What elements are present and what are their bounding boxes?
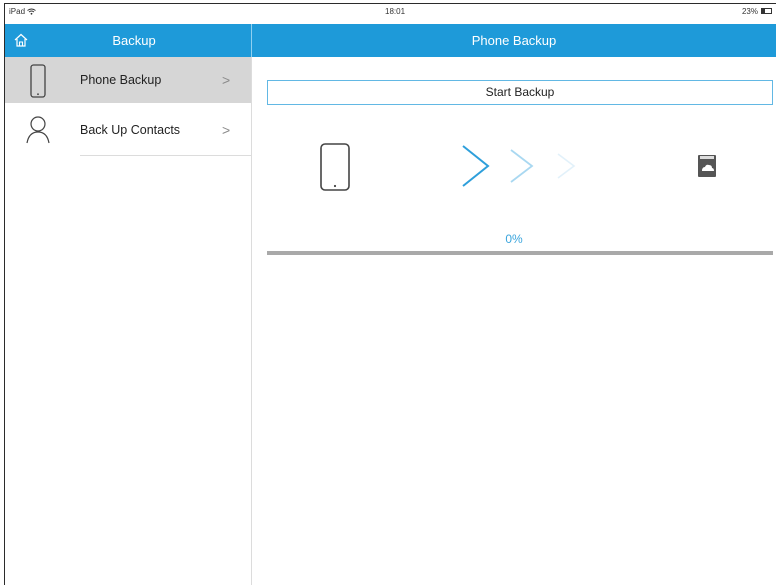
- sidebar-item-label: Phone Backup: [80, 73, 162, 87]
- phone-icon: [30, 64, 46, 98]
- person-icon: [26, 116, 50, 144]
- status-bar: iPad 18:01 23%: [5, 4, 776, 24]
- wifi-icon: [27, 8, 37, 16]
- sidebar-title: Backup: [112, 33, 156, 48]
- sidebar-item-label: Back Up Contacts: [80, 123, 181, 137]
- start-backup-button[interactable]: Start Backup: [267, 80, 773, 105]
- page-title: Phone Backup: [471, 33, 557, 48]
- main-content: Start Backup 0%: [252, 57, 776, 585]
- progress-bar: [267, 251, 773, 255]
- sidebar-item-back-up-contacts[interactable]: Back Up Contacts >: [5, 107, 251, 153]
- row-divider: [80, 155, 251, 156]
- sidebar-item-phone-backup[interactable]: Phone Backup >: [5, 57, 251, 103]
- battery-percent: 23%: [741, 7, 758, 16]
- status-time: 18:01: [385, 7, 406, 16]
- chevron-right-icon: >: [222, 72, 231, 88]
- main-nav-bar: Phone Backup: [252, 24, 776, 57]
- transfer-arrows-icon: [462, 145, 576, 187]
- device-label: iPad: [9, 7, 26, 16]
- chevron-right-icon: >: [222, 122, 231, 138]
- status-device: iPad: [9, 7, 37, 16]
- sidebar: Phone Backup > Back Up Contacts >: [5, 57, 251, 585]
- app-window: iPad 18:01 23% Backup Phone Backup Phone…: [4, 3, 776, 585]
- progress-percent: 0%: [505, 232, 523, 246]
- phone-icon: [320, 143, 350, 191]
- battery-icon: [761, 8, 772, 14]
- sd-card-cloud-icon: [698, 155, 716, 177]
- sidebar-nav-bar: Backup: [5, 24, 251, 57]
